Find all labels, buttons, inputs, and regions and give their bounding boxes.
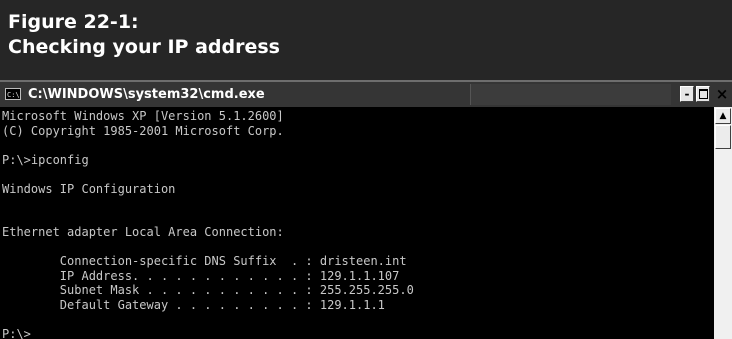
console-line: Ethernet adapter Local Area Connection: (2, 225, 284, 239)
close-button[interactable]: × (714, 86, 730, 102)
cmd-window: C:\ C:\WINDOWS\system32\cmd.exe - × Micr… (0, 80, 732, 339)
scroll-thumb[interactable] (715, 125, 731, 149)
minimize-button[interactable]: - (680, 86, 694, 102)
console-line: P:\> (2, 326, 31, 339)
figure-caption-header: Figure 22-1: Checking your IP address (0, 0, 732, 80)
console-line: Subnet Mask . . . . . . . . . . . : 255.… (2, 283, 414, 297)
scroll-up-button[interactable]: ▲ (715, 108, 731, 124)
figure-caption: Checking your IP address (8, 36, 280, 58)
window-title: C:\WINDOWS\system32\cmd.exe (28, 87, 265, 102)
console-line: (C) Copyright 1985-2001 Microsoft Corp. (2, 123, 284, 138)
console-line: Microsoft Windows XP [Version 5.1.2600] (2, 109, 284, 123)
console-text: Microsoft Windows XP [Version 5.1.2600] … (0, 107, 714, 339)
console-line: Windows IP Configuration (2, 181, 176, 196)
vertical-scrollbar[interactable]: ▲ (714, 107, 732, 339)
window-titlebar[interactable]: C:\ C:\WINDOWS\system32\cmd.exe - × (0, 80, 732, 107)
console-line: P:\>ipconfig (2, 152, 89, 167)
console-line: Connection-specific DNS Suffix . : drist… (2, 254, 407, 268)
console-output[interactable]: Microsoft Windows XP [Version 5.1.2600] … (0, 107, 714, 339)
console-line: Default Gateway . . . . . . . . . : 129.… (2, 297, 385, 312)
figure-number: Figure 22-1: (8, 11, 139, 33)
maximize-button[interactable] (696, 86, 710, 102)
cmd-icon[interactable]: C:\ (5, 88, 21, 100)
figure-title: Figure 22-1: Checking your IP address (8, 10, 280, 60)
titlebar-stripe (470, 84, 671, 105)
console-line: IP Address. . . . . . . . . . . . : 129.… (2, 268, 400, 283)
maximize-icon (699, 89, 708, 99)
